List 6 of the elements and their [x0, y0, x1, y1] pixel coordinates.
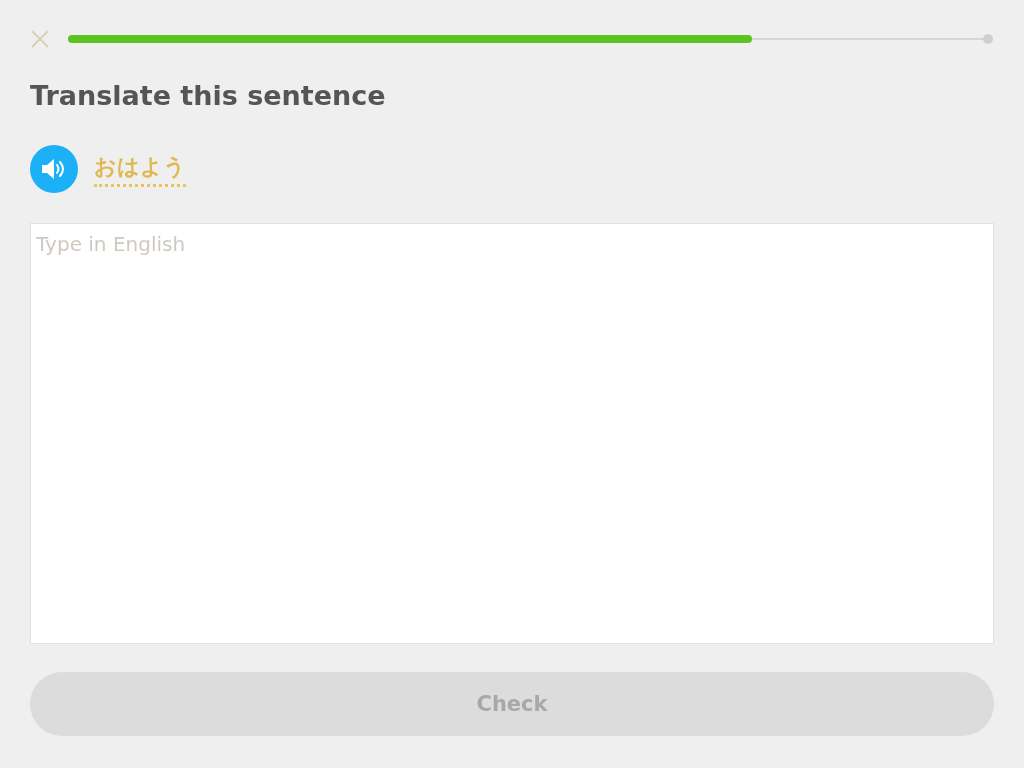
- answer-field[interactable]: Type in English: [30, 223, 994, 644]
- prompt-sentence[interactable]: おはよう: [94, 151, 186, 187]
- speaker-icon[interactable]: [30, 145, 78, 193]
- instruction-title: Translate this sentence: [30, 80, 387, 111]
- progress-end-dot: [983, 34, 993, 44]
- close-icon[interactable]: [30, 29, 50, 49]
